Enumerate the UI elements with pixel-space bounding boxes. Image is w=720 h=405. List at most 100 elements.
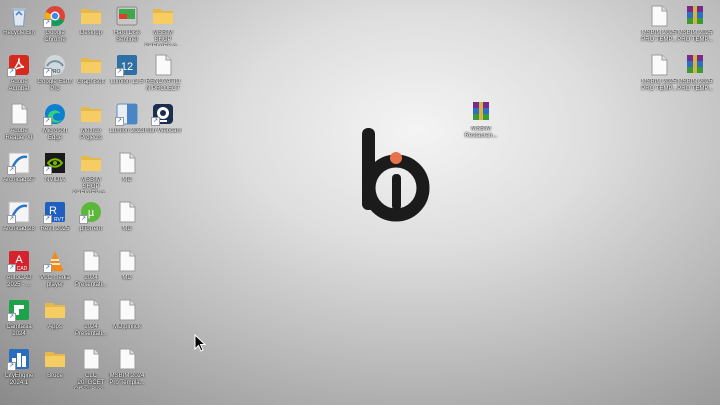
shortcut-arrow-icon: ↗ bbox=[79, 215, 88, 224]
msbim-2024-pro-template-file-icon bbox=[115, 347, 139, 371]
desktop-folder-icon bbox=[79, 4, 103, 28]
msbim-shop-shelves-folder-2-desktop-item[interactable]: MSBIM SHOP SHELVES A... bbox=[72, 151, 110, 197]
shortcut-arrow-icon: ↗ bbox=[43, 68, 52, 77]
hard-disk-sentinel-desktop-item[interactable]: Hard Disk Sentinel bbox=[108, 4, 146, 50]
adobe-reader-xi-desktop-item[interactable]: Adobe Reader XI bbox=[0, 102, 38, 148]
shortcut-arrow-icon: ↗ bbox=[43, 166, 52, 175]
desktop-item-label: Microsoft Edge bbox=[42, 128, 68, 141]
lumion-12-5-icon: 12 ↗ bbox=[115, 53, 139, 77]
svg-text:RVT: RVT bbox=[54, 217, 64, 223]
shortcut-arrow-icon: ↗ bbox=[43, 264, 52, 273]
wallpaper-logo bbox=[362, 128, 430, 222]
msbim-2025-template-file-desktop-item[interactable]: MSBIM 2025 PRO TEMP... bbox=[640, 4, 678, 50]
shortcut-arrow-icon: ↗ bbox=[7, 362, 16, 371]
utorrent-desktop-item[interactable]: µ ↗ µTorrent bbox=[72, 200, 110, 246]
revit-2025-desktop-item[interactable]: R RVT ↗ Revit 2025 bbox=[36, 200, 74, 246]
desktop-item-label: Google Earth Pro bbox=[37, 79, 73, 92]
camtasia-2024-icon: ↗ bbox=[7, 298, 31, 322]
desktop-item-label: Desktop bbox=[79, 30, 102, 36]
msbim-rar-archive-icon bbox=[469, 100, 493, 124]
mothuo-projects-folder-icon bbox=[79, 102, 103, 126]
shortcut-arrow-icon: ↗ bbox=[7, 166, 16, 175]
md-file-desktop-item[interactable]: MD bbox=[108, 151, 146, 197]
archicad-27-desktop-item[interactable]: ↗ Archicad 27 bbox=[0, 151, 38, 197]
presentation-2024-file-desktop-item[interactable]: 2024 Presentati... bbox=[72, 249, 110, 295]
microsoft-edge-desktop-item[interactable]: ↗ Microsoft Edge bbox=[36, 102, 74, 148]
desktop-item-label: MSBIM 2025 PRO TEMP... bbox=[641, 79, 677, 92]
google-chrome-icon: ↗ bbox=[43, 4, 67, 28]
svg-text:A: A bbox=[15, 254, 23, 266]
google-earth-pro-desktop-item[interactable]: PRO ↗ Google Earth Pro bbox=[36, 53, 74, 99]
md-file-3-desktop-item[interactable]: MD bbox=[108, 249, 146, 295]
vlc-media-player-desktop-item[interactable]: ↗ VLC media player bbox=[36, 249, 74, 295]
desktop-item-label: Mothuo Projects bbox=[80, 128, 102, 141]
md-file-icon bbox=[115, 151, 139, 175]
autocad-2025-desktop-item[interactable]: A CAD ↗ AutoCAD 2025 - ... bbox=[0, 249, 38, 295]
lumion-2023-desktop-item[interactable]: ↗ Lumion 2023 bbox=[108, 102, 146, 148]
desktop-item-label: Bruce bbox=[47, 373, 63, 379]
presentation-2024-file-icon bbox=[79, 249, 103, 273]
cityengine-2024-desktop-item[interactable]: ↗ CityEngine 2024.1 bbox=[0, 347, 38, 393]
shortcut-arrow-icon: ↗ bbox=[43, 117, 52, 126]
desktop-item-label: Lumion 12.5 bbox=[110, 79, 144, 85]
iriun-webcam-icon: ↗ bbox=[151, 102, 175, 126]
recycle-bin-desktop-item[interactable]: Recycle Bin bbox=[0, 4, 38, 50]
desktop-item-label: 2024 Presentati... bbox=[74, 324, 107, 337]
vlc-media-player-icon: ↗ bbox=[43, 249, 67, 273]
bruce-folder-desktop-item[interactable]: Bruce bbox=[36, 347, 74, 393]
bruce-folder-icon bbox=[43, 347, 67, 371]
desktop-item-label: CLC 20_GCET Office Bloc... bbox=[74, 373, 108, 389]
renovation-project-file-desktop-item[interactable]: RENOVATION PROJECT bbox=[144, 53, 182, 99]
shortcut-arrow-icon: ↗ bbox=[7, 215, 16, 224]
clc-office-block-file-desktop-item[interactable]: CLC 20_GCET Office Bloc... bbox=[72, 347, 110, 393]
adobe-acrobat-desktop-item[interactable]: ↗ Adobe Acrobat bbox=[0, 53, 38, 99]
lumion-2023-icon: ↗ bbox=[115, 102, 139, 126]
msbim-rar-archive-desktop-item[interactable]: MSBIM Restauran... bbox=[462, 100, 500, 146]
desktop[interactable]: Recycle Bin ↗ Google Chrome Desktop Hard Dis… bbox=[0, 0, 720, 405]
msbim-2025-template-rar-2-desktop-item[interactable]: MSBIM 2025 PRO TEMP... bbox=[676, 53, 714, 99]
desktop-item-label: Hard Disk Sentinel bbox=[113, 30, 141, 43]
md-file-2-icon bbox=[115, 200, 139, 224]
svg-text:CAD: CAD bbox=[17, 266, 28, 272]
msbim-2025-template-rar-2-icon bbox=[683, 53, 707, 77]
desktop-item-label: Graphisoft bbox=[77, 79, 105, 85]
nvidia-desktop-item[interactable]: ↗ NVIDIA bbox=[36, 151, 74, 197]
md-pinlick-file-desktop-item[interactable]: MD.pinlick bbox=[108, 298, 146, 344]
desktop-item-label: Revit 2025 bbox=[40, 226, 70, 232]
msbim-2025-template-file-2-desktop-item[interactable]: MSBIM 2025 PRO TEMP... bbox=[640, 53, 678, 99]
google-earth-pro-icon: PRO ↗ bbox=[43, 53, 67, 77]
archicad-27-icon: ↗ bbox=[7, 151, 31, 175]
desktop-item-label: MSBIM Restauran... bbox=[464, 126, 498, 139]
desktop-item-label: Adobe Acrobat bbox=[8, 79, 30, 92]
desktop-item-label: Recycle Bin bbox=[3, 30, 35, 36]
mouse-cursor-icon bbox=[194, 334, 206, 352]
desktop-item-label: AutoCAD 2025 - ... bbox=[6, 275, 32, 288]
msbim-2025-template-rar-desktop-item[interactable]: MSBIM 2025 PRO TEMP... bbox=[676, 4, 714, 50]
renovation-project-file-icon bbox=[151, 53, 175, 77]
msbim-shop-shelves-folder-desktop-item[interactable]: MSBIM SHOP SHELVES A... bbox=[144, 4, 182, 50]
mothuo-projects-folder-desktop-item[interactable]: Mothuo Projects bbox=[72, 102, 110, 148]
desktop-folder-desktop-item[interactable]: Desktop bbox=[72, 4, 110, 50]
archicad-28-icon: ↗ bbox=[7, 200, 31, 224]
desktop-item-label: RENOVATION PROJECT bbox=[145, 79, 181, 92]
desktop-item-label: MD bbox=[122, 177, 132, 183]
md-file-2-desktop-item[interactable]: MD bbox=[108, 200, 146, 246]
msbim-2025-template-rar-icon bbox=[683, 4, 707, 28]
msbim-2024-pro-template-file-desktop-item[interactable]: MSBIM 2024 Pro Templa... bbox=[108, 347, 146, 393]
microsoft-edge-icon: ↗ bbox=[43, 102, 67, 126]
clc-office-block-file-icon bbox=[79, 347, 103, 371]
camtasia-2024-desktop-item[interactable]: ↗ Camtasia 2024 bbox=[0, 298, 38, 344]
svg-text:µ: µ bbox=[88, 207, 95, 219]
iriun-webcam-desktop-item[interactable]: ↗ Iriun Webcam bbox=[144, 102, 182, 148]
presentation-2024-file-2-desktop-item[interactable]: 2024 Presentati... bbox=[72, 298, 110, 344]
archicad-28-desktop-item[interactable]: ↗ Archicad 28 bbox=[0, 200, 38, 246]
google-chrome-desktop-item[interactable]: ↗ Google Chrome bbox=[36, 4, 74, 50]
hard-disk-sentinel-icon bbox=[115, 4, 139, 28]
lumion-12-5-desktop-item[interactable]: 12 ↗ Lumion 12.5 bbox=[108, 53, 146, 99]
shortcut-arrow-icon: ↗ bbox=[43, 19, 52, 28]
shortcut-arrow-icon: ↗ bbox=[151, 117, 160, 126]
desktop-item-label: Archicad 28 bbox=[3, 226, 35, 232]
graphisoft-folder-desktop-item[interactable]: Graphisoft bbox=[72, 53, 110, 99]
apps-folder-desktop-item[interactable]: Apps bbox=[36, 298, 74, 344]
md-pinlick-file-icon bbox=[115, 298, 139, 322]
